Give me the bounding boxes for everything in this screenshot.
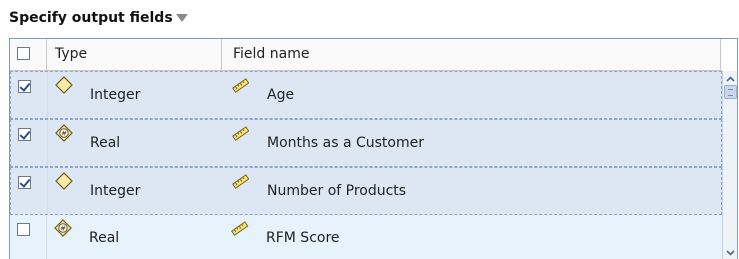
column-header-type[interactable]: Type — [47, 39, 222, 70]
select-all-cell — [10, 39, 47, 70]
table-row[interactable]: Integer Age — [10, 71, 722, 119]
table-header: Type Field name — [10, 39, 722, 71]
ruler-icon — [232, 126, 250, 141]
svg-text:#: # — [61, 130, 67, 138]
column-header-field-name[interactable]: Field name — [223, 39, 721, 70]
chevron-up-icon — [726, 75, 735, 82]
section-header: Specify output fields — [9, 8, 188, 28]
chevron-down-icon — [726, 249, 735, 256]
vertical-scrollbar[interactable] — [722, 71, 737, 259]
output-fields-table: Type Field name Integer Age # Real Month… — [9, 38, 738, 259]
type-label: Real — [90, 135, 121, 151]
scroll-down-button[interactable] — [723, 245, 737, 259]
svg-text:#: # — [60, 225, 66, 233]
select-all-checkbox[interactable] — [17, 47, 30, 60]
field-name-label: Age — [267, 87, 295, 103]
type-label: Integer — [90, 183, 141, 199]
scroll-thumb[interactable] — [724, 85, 737, 99]
table-row[interactable]: Integer Number of Products — [10, 167, 722, 215]
integer-diamond-icon — [55, 172, 73, 190]
table-row[interactable]: # Real RFM Score — [10, 215, 722, 259]
type-label: Real — [89, 230, 120, 246]
section-title: Specify output fields — [9, 10, 173, 26]
row-checkbox[interactable] — [18, 80, 31, 93]
real-hash-icon: # — [54, 219, 72, 237]
scroll-up-button[interactable] — [723, 71, 737, 86]
table-row[interactable]: # Real Months as a Customer — [10, 119, 722, 167]
row-checkbox[interactable] — [18, 176, 31, 189]
collapse-triangle-icon[interactable] — [175, 13, 188, 23]
field-name-label: RFM Score — [266, 230, 340, 246]
row-checkbox[interactable] — [17, 223, 30, 236]
field-name-label: Months as a Customer — [267, 135, 424, 151]
field-name-label: Number of Products — [267, 183, 407, 199]
real-hash-icon: # — [55, 124, 73, 142]
row-checkbox[interactable] — [18, 128, 31, 141]
ruler-icon — [232, 174, 250, 189]
ruler-icon — [232, 78, 250, 93]
integer-diamond-icon — [55, 76, 73, 94]
type-label: Integer — [90, 87, 141, 103]
ruler-icon — [231, 221, 249, 236]
